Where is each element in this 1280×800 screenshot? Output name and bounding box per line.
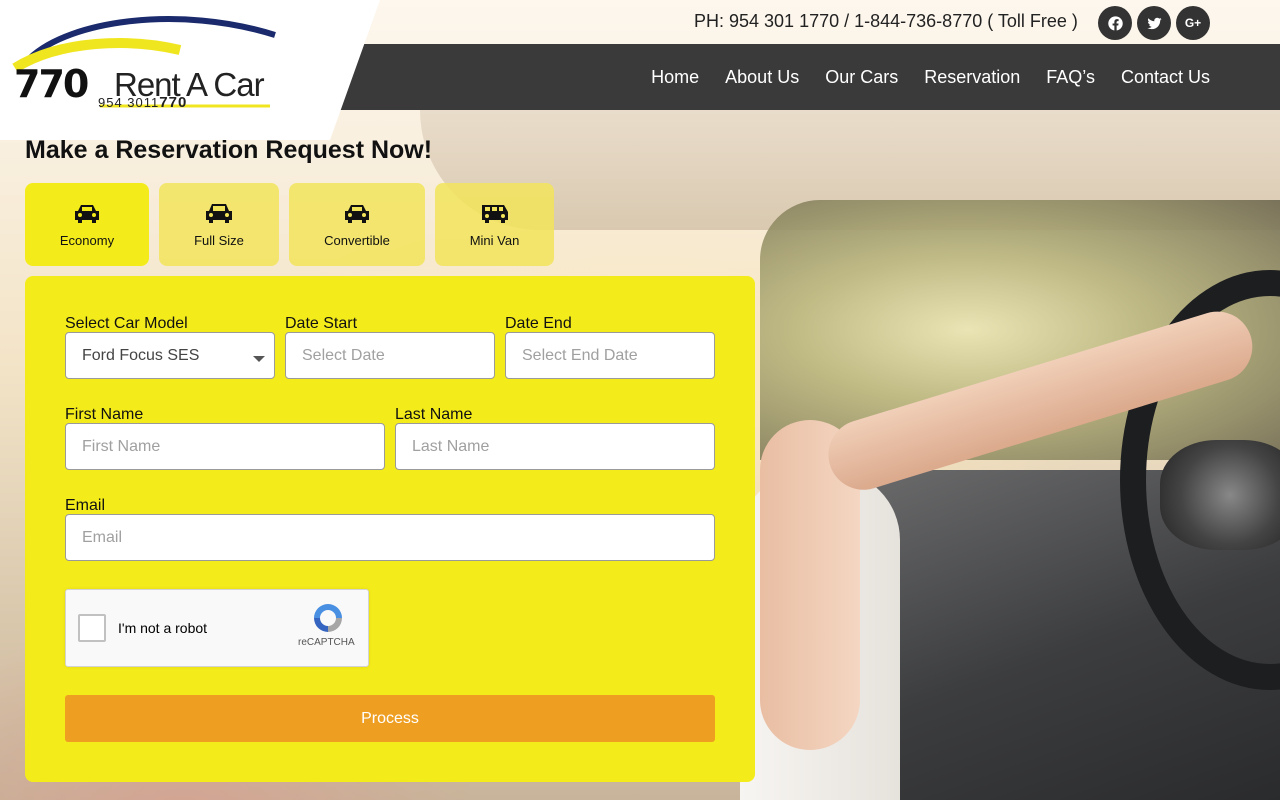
nav-contact-us[interactable]: Contact Us bbox=[1121, 67, 1210, 88]
logo-number: 770 bbox=[14, 62, 89, 106]
twitter-icon bbox=[1146, 17, 1162, 29]
facebook-icon bbox=[1107, 15, 1123, 31]
facebook-link[interactable] bbox=[1098, 6, 1132, 40]
reservation-form: Select Car Model Ford Focus SES Date Sta… bbox=[25, 276, 755, 782]
recaptcha-widget: I'm not a robot reCAPTCHA bbox=[65, 589, 369, 667]
car-icon bbox=[75, 205, 99, 223]
car-model-label: Select Car Model bbox=[65, 315, 188, 332]
tab-label: Economy bbox=[59, 233, 115, 248]
tab-label: Full Size bbox=[194, 233, 244, 248]
recaptcha-checkbox[interactable] bbox=[78, 614, 106, 642]
nav-about-us[interactable]: About Us bbox=[725, 67, 799, 88]
last-name-label: Last Name bbox=[395, 406, 473, 423]
logo-phone-prefix: 954 3011 bbox=[98, 95, 160, 110]
process-button[interactable]: Process bbox=[65, 695, 715, 742]
logo-phone-suffix: 770 bbox=[159, 94, 188, 111]
tab-mini-van[interactable]: Mini Van bbox=[435, 183, 554, 266]
chevron-down-icon bbox=[253, 356, 265, 362]
email-label: Email bbox=[65, 497, 106, 514]
twitter-link[interactable] bbox=[1137, 6, 1171, 40]
van-icon bbox=[481, 205, 508, 223]
tab-label: Convertible bbox=[324, 233, 390, 248]
logo-phone: 954 3011770 bbox=[98, 94, 187, 111]
main-navbar: Home About Us Our Cars Reservation FAQ’s… bbox=[340, 44, 1280, 110]
recaptcha-label: I'm not a robot bbox=[118, 620, 208, 636]
email-field[interactable] bbox=[65, 514, 715, 561]
last-name-input[interactable] bbox=[395, 423, 715, 470]
first-name-input[interactable] bbox=[65, 423, 385, 470]
page-title: Make a Reservation Request Now! bbox=[25, 136, 433, 164]
nav-our-cars[interactable]: Our Cars bbox=[825, 67, 898, 88]
google-plus-icon: G+ bbox=[1184, 16, 1202, 30]
steering-hub bbox=[1160, 440, 1280, 550]
recaptcha-icon bbox=[314, 604, 342, 632]
nav-menu: Home About Us Our Cars Reservation FAQ’s… bbox=[625, 44, 1210, 110]
car-icon bbox=[345, 205, 369, 223]
car-model-select[interactable]: Ford Focus SES bbox=[65, 332, 275, 379]
date-end-input[interactable] bbox=[505, 332, 715, 379]
recaptcha-brand: reCAPTCHA bbox=[298, 637, 355, 648]
car-model-value: Ford Focus SES bbox=[82, 346, 200, 364]
tab-economy[interactable]: Economy bbox=[25, 183, 149, 266]
date-end-label: Date End bbox=[505, 315, 572, 332]
site-logo[interactable]: 770 Rent A Car 954 3011770 bbox=[10, 10, 280, 111]
first-name-label: First Name bbox=[65, 406, 144, 423]
tab-full-size[interactable]: Full Size bbox=[159, 183, 279, 266]
header-phone: PH: 954 301 1770 / 1-844-736-8770 ( Toll… bbox=[694, 11, 1078, 31]
car-icon bbox=[206, 204, 232, 223]
date-start-input[interactable] bbox=[285, 332, 495, 379]
date-start-label: Date Start bbox=[285, 315, 358, 332]
tab-label: Mini Van bbox=[469, 233, 520, 248]
logo-container: 770 Rent A Car 954 3011770 bbox=[0, 0, 380, 140]
nav-faqs[interactable]: FAQ’s bbox=[1046, 67, 1095, 88]
nav-home[interactable]: Home bbox=[651, 67, 699, 88]
google-plus-link[interactable]: G+ bbox=[1176, 6, 1210, 40]
nav-reservation[interactable]: Reservation bbox=[924, 67, 1020, 88]
tab-convertible[interactable]: Convertible bbox=[289, 183, 425, 266]
